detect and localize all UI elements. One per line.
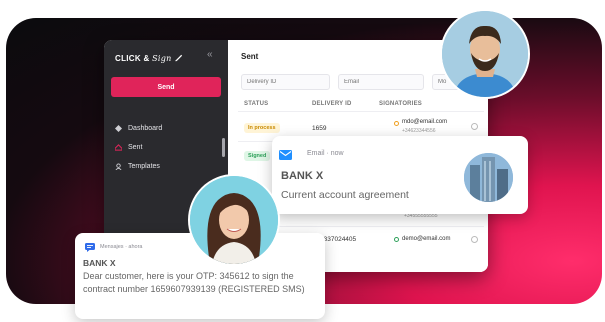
bank-building-image <box>462 151 515 204</box>
sidebar-item-label: Sent <box>128 144 143 151</box>
logo-text: CLICK & <box>115 54 150 63</box>
signatory-phone: +34623344556 <box>402 128 436 134</box>
collapse-sidebar-icon[interactable]: « <box>207 49 213 60</box>
delivery-id-cell: 1659 <box>312 125 327 132</box>
sidebar-item-sent[interactable]: Sent <box>115 144 142 151</box>
sidebar-item-label: Templates <box>128 163 160 170</box>
delivery-id-cell: 3337024405 <box>320 236 357 243</box>
delivery-id-filter[interactable] <box>241 74 330 90</box>
notification-body: Dear customer, here is your OTP: 345612 … <box>83 271 305 294</box>
app-logo: CLICK & Sign <box>115 53 183 63</box>
sent-icon <box>115 144 122 151</box>
send-button[interactable]: Send <box>111 77 221 97</box>
sidebar-item-templates[interactable]: Templates <box>115 163 160 170</box>
signed-icon <box>394 237 399 242</box>
pending-icon <box>394 121 399 126</box>
page-title: Sent <box>241 52 259 61</box>
message-icon <box>85 243 95 252</box>
info-icon[interactable] <box>471 123 478 130</box>
status-badge: Signed <box>244 151 271 161</box>
notification-source: Mensajes · ahora <box>100 244 143 250</box>
email-filter[interactable] <box>338 74 424 90</box>
logo-script: Sign <box>152 54 172 63</box>
signatory-email: mdo@email.com <box>402 119 448 125</box>
column-header-signatories: SIGNATORIES <box>379 101 422 107</box>
notification-subject: Current account agreement <box>281 189 409 201</box>
woman-avatar <box>188 174 280 266</box>
pen-icon <box>175 54 183 62</box>
notification-sender: BANK X <box>83 258 116 268</box>
templates-icon <box>115 163 122 170</box>
info-icon[interactable] <box>471 236 478 243</box>
active-indicator <box>222 138 225 157</box>
sidebar-item-label: Dashboard <box>128 125 163 132</box>
header-divider <box>238 111 484 112</box>
email-icon <box>279 150 292 160</box>
notification-sender: BANK X <box>281 170 324 182</box>
column-header-delivery-id: DELIVERY ID <box>312 101 352 107</box>
signatory-email: demo@email.com <box>402 236 451 242</box>
status-badge: In process <box>244 123 280 133</box>
dashboard-icon <box>115 125 122 132</box>
notification-source: Email · now <box>307 150 344 157</box>
sidebar-item-dashboard[interactable]: Dashboard <box>115 125 162 132</box>
man-avatar <box>440 9 530 99</box>
column-header-status: STATUS <box>244 101 269 107</box>
